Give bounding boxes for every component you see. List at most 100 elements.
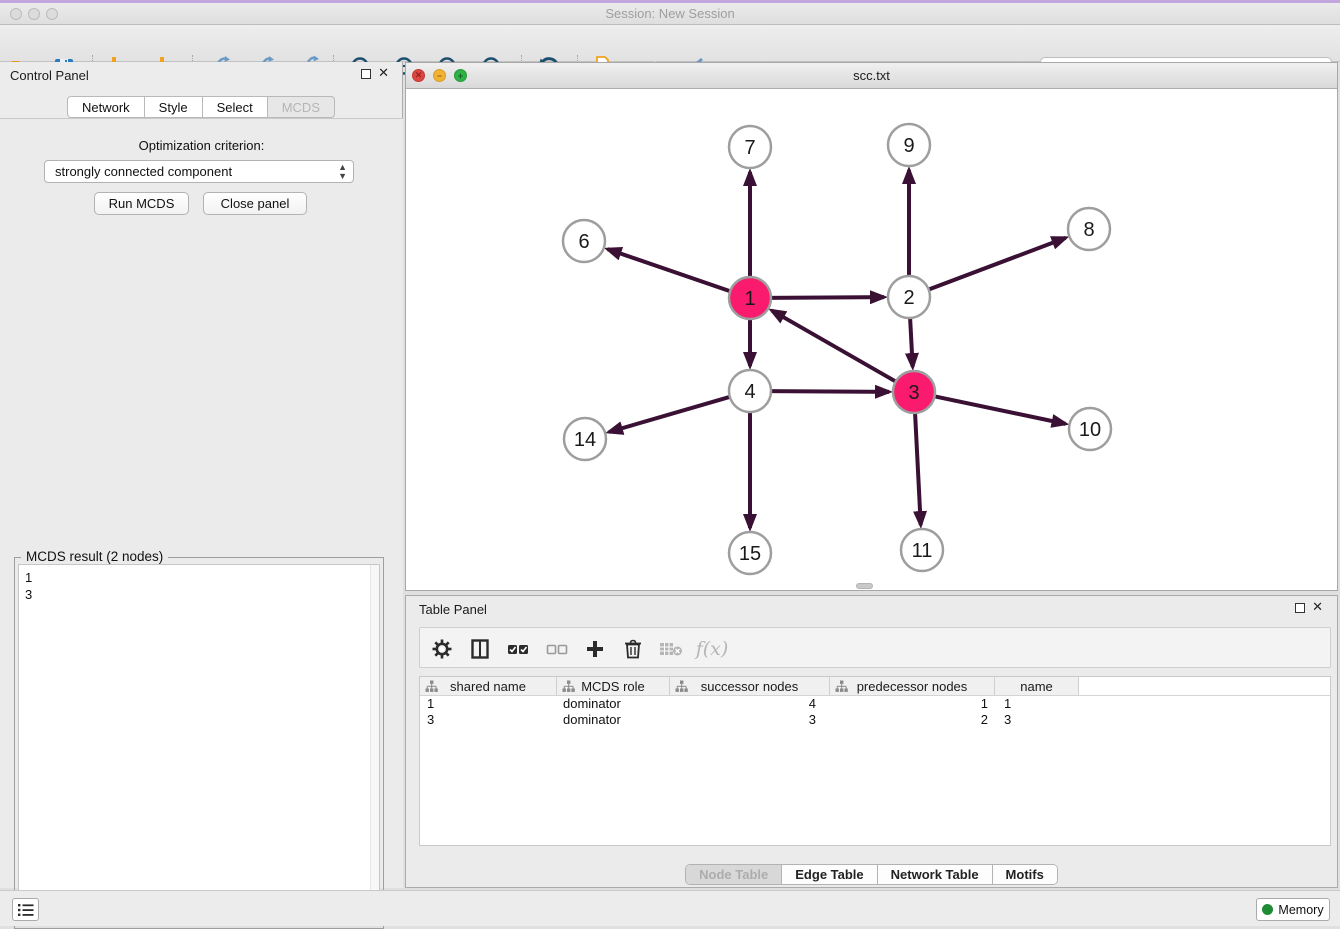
network-canvas[interactable]: 7968124314101511 <box>406 89 1337 590</box>
column-label: successor nodes <box>701 679 799 694</box>
tab-motifs[interactable]: Motifs <box>992 865 1057 884</box>
table-row[interactable]: 1 dominator 4 1 1 <box>420 696 1330 712</box>
float-panel-icon[interactable] <box>361 69 371 79</box>
show-column-button[interactable] <box>466 635 494 663</box>
optimization-criterion-label: Optimization criterion: <box>0 138 403 153</box>
column-header-predecessor-nodes[interactable]: predecessor nodes <box>830 677 995 695</box>
graph-node-label: 11 <box>912 540 933 562</box>
column-label: predecessor nodes <box>857 679 968 694</box>
cell-name[interactable]: 1 <box>995 696 1079 712</box>
graph-edge-3-10[interactable] <box>933 396 1066 424</box>
graph-node-label: 8 <box>1083 219 1094 241</box>
memory-status-icon <box>1262 904 1273 915</box>
graph-node-label: 4 <box>744 381 755 403</box>
graph-edge-1-6[interactable] <box>608 249 732 292</box>
gear-icon <box>432 639 452 659</box>
window-top-accent <box>0 0 1340 3</box>
network-view-window: ✕ − + scc.txt 7968124314101511 <box>405 62 1338 591</box>
memory-label: Memory <box>1278 903 1323 917</box>
float-table-panel-icon[interactable] <box>1295 603 1305 613</box>
tab-network-table[interactable]: Network Table <box>877 865 992 884</box>
mcds-result-line: 3 <box>19 586 379 603</box>
column-header-name[interactable]: name <box>995 677 1079 695</box>
cell-successor-nodes[interactable]: 3 <box>670 712 830 728</box>
graph-edge-3-11[interactable] <box>915 411 921 525</box>
graph-edge-2-8[interactable] <box>927 238 1066 290</box>
cell-predecessor-nodes[interactable]: 2 <box>830 712 995 728</box>
tab-select[interactable]: Select <box>203 96 268 118</box>
run-mcds-button[interactable]: Run MCDS <box>94 192 189 215</box>
graph-node-label: 6 <box>578 231 589 253</box>
control-panel-header: Control Panel ✕ <box>0 62 402 88</box>
cell-mcds-role[interactable]: dominator <box>557 696 670 712</box>
add-column-button[interactable] <box>581 635 609 663</box>
network-window-title: scc.txt <box>406 68 1337 83</box>
window-title: Session: New Session <box>0 6 1340 21</box>
table-panel-title: Table Panel <box>419 602 487 617</box>
control-panel: Control Panel ✕ Network Style Select MCD… <box>0 62 403 888</box>
mcds-result-group: MCDS result (2 nodes) 1 3 <box>14 557 384 929</box>
tab-edge-table[interactable]: Edge Table <box>781 865 876 884</box>
function-builder-button: f(x) <box>692 635 732 663</box>
column-header-mcds-role[interactable]: MCDS role <box>557 677 670 695</box>
column-header-successor-nodes[interactable]: successor nodes <box>670 677 830 695</box>
graph-node-label: 10 <box>1079 419 1101 441</box>
cell-shared-name[interactable]: 1 <box>420 696 557 712</box>
fx-icon: f(x) <box>696 638 729 660</box>
mcds-panel: Optimization criterion: strongly connect… <box>0 118 403 888</box>
graph-edge-4-14[interactable] <box>609 396 732 432</box>
delete-table-button <box>657 635 685 663</box>
select-all-button[interactable] <box>504 635 532 663</box>
table-header-row: shared name MCDS role successor nodes pr… <box>420 677 1330 696</box>
dropdown-stepper-icon: ▲▼ <box>338 163 347 181</box>
mcds-result-textarea[interactable]: 1 3 <box>18 564 380 925</box>
result-scrollbar[interactable] <box>370 565 379 924</box>
deselect-all-button[interactable] <box>543 635 571 663</box>
plus-icon <box>585 639 605 659</box>
network-window-titlebar[interactable]: ✕ − + scc.txt <box>406 63 1337 89</box>
graph-edge-4-3[interactable] <box>769 391 889 392</box>
tab-mcds[interactable]: MCDS <box>268 96 335 118</box>
delete-column-button[interactable] <box>619 635 647 663</box>
close-panel-button[interactable]: Close panel <box>203 192 307 215</box>
hierarchy-icon <box>562 680 575 693</box>
tab-style[interactable]: Style <box>145 96 203 118</box>
main-toolbar <box>0 25 1340 62</box>
graph-edge-1-2[interactable] <box>769 297 884 298</box>
column-label: shared name <box>450 679 526 694</box>
close-table-panel-icon[interactable]: ✕ <box>1312 600 1323 614</box>
mcds-result-title: MCDS result (2 nodes) <box>21 549 168 564</box>
tab-network[interactable]: Network <box>67 96 145 118</box>
table-row[interactable]: 3 dominator 3 2 3 <box>420 712 1330 728</box>
graph-node-label: 14 <box>574 429 596 451</box>
cell-shared-name[interactable]: 3 <box>420 712 557 728</box>
memory-button[interactable]: Memory <box>1256 898 1330 921</box>
table-options-button[interactable] <box>428 635 456 663</box>
canvas-hscrollbar-thumb[interactable] <box>856 583 873 589</box>
status-bar: Memory <box>0 890 1340 926</box>
list-icon <box>18 903 34 917</box>
node-table: shared name MCDS role successor nodes pr… <box>419 676 1331 846</box>
mcds-result-line: 1 <box>19 565 379 586</box>
cell-predecessor-nodes[interactable]: 1 <box>830 696 995 712</box>
column-header-shared-name[interactable]: shared name <box>420 677 557 695</box>
cell-mcds-role[interactable]: dominator <box>557 712 670 728</box>
app-titlebar: Session: New Session <box>0 0 1340 25</box>
column-label: name <box>1020 679 1053 694</box>
graph-node-label: 2 <box>903 287 914 309</box>
columns-icon <box>470 639 490 659</box>
graph-node-label: 15 <box>739 543 761 565</box>
graph-edge-2-3[interactable] <box>910 316 913 367</box>
tab-node-table[interactable]: Node Table <box>686 865 781 884</box>
close-panel-icon[interactable]: ✕ <box>378 66 389 80</box>
task-history-button[interactable] <box>12 898 39 921</box>
graph-node-label: 7 <box>744 137 755 159</box>
criterion-dropdown[interactable]: strongly connected component ▲▼ <box>44 160 354 183</box>
criterion-value: strongly connected component <box>55 164 232 179</box>
cell-name[interactable]: 3 <box>995 712 1079 728</box>
cell-successor-nodes[interactable]: 4 <box>670 696 830 712</box>
column-label: MCDS role <box>581 679 645 694</box>
control-panel-title: Control Panel <box>10 68 89 83</box>
graph-edge-3-1[interactable] <box>772 310 898 382</box>
checked-boxes-icon <box>507 642 529 656</box>
